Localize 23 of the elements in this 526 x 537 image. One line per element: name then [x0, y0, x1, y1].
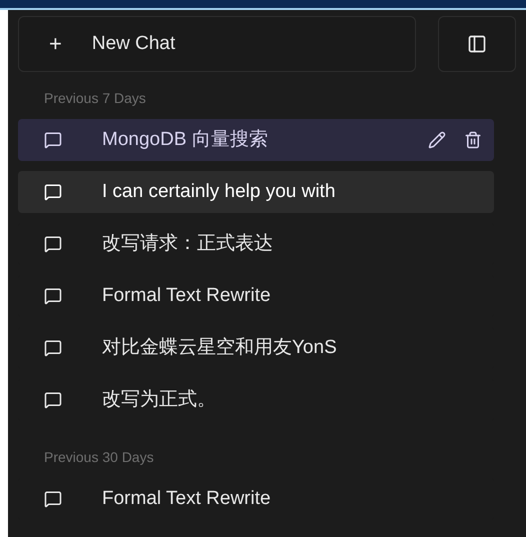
chat-title: Formal Text Rewrite — [102, 486, 272, 511]
chat-title: 改写请求：正式表达 — [102, 232, 274, 256]
trash-icon[interactable] — [464, 131, 482, 149]
chat-title: 改写为正式。 — [102, 388, 217, 412]
sidebar-icon — [467, 34, 487, 54]
chat-bubble-icon — [44, 490, 62, 508]
section-label: Previous 7 Days — [43, 89, 147, 108]
new-chat-button[interactable]: + New Chat — [18, 16, 416, 72]
chat-title: MongoDB 向量搜索 — [102, 128, 269, 152]
chat-bubble-icon — [44, 131, 62, 149]
chat-bubble-icon — [44, 287, 62, 305]
chat-item[interactable]: I can certainly help you with — [18, 171, 494, 213]
section-label: Previous 30 Days — [43, 448, 155, 467]
chat-bubble-icon — [44, 391, 62, 409]
edit-icon[interactable] — [428, 131, 446, 149]
sidebar-toggle-button[interactable] — [438, 16, 516, 72]
chat-bubble-icon — [44, 183, 62, 201]
chat-bubble-icon — [44, 235, 62, 253]
chat-title: Formal Text Rewrite — [102, 284, 272, 308]
chat-title: 对比金蝶云星空和用友YonS — [102, 336, 338, 360]
chat-bubble-icon — [44, 339, 62, 357]
chat-item[interactable]: MongoDB 向量搜索 — [18, 119, 494, 161]
chat-title: I can certainly help you with — [102, 180, 336, 204]
